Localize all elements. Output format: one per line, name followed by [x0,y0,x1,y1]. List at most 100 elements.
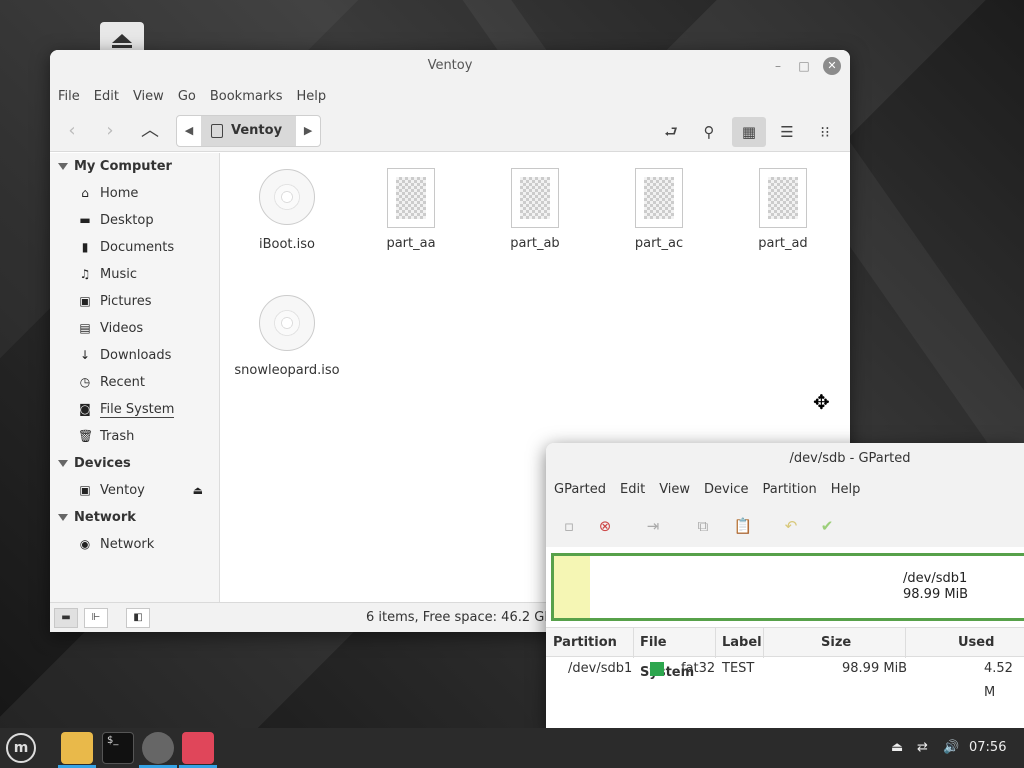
file-item[interactable]: part_ad [728,168,838,251]
sidebar-section-my-computer[interactable]: My Computer [50,153,219,180]
menu-go[interactable]: Go [178,89,196,104]
window-titlebar[interactable]: Ventoy – □ ✕ [50,50,850,82]
removable-drive-icon[interactable]: ⏏ [891,728,903,768]
sidebar-item-pictures[interactable]: ▣ Pictures [50,288,219,315]
close-button[interactable]: ✕ [823,57,841,75]
file-icon [635,168,683,228]
menu-edit[interactable]: Edit [94,89,119,104]
list-view-button[interactable]: ☰ [770,117,804,147]
menu-help[interactable]: Help [296,89,326,104]
menu-bookmarks[interactable]: Bookmarks [210,89,283,104]
desktop-icon: ▬ [79,213,91,227]
menu-view[interactable]: View [659,482,690,497]
caret-down-icon [58,163,68,170]
drive-icon [211,124,223,138]
terminal-icon[interactable]: $_ [102,732,134,764]
resize-move-icon[interactable]: ⇥ [642,515,664,537]
sidebar-item-desktop[interactable]: ▬ Desktop [50,207,219,234]
menu-file[interactable]: File [58,89,80,104]
path-right-arrow-icon[interactable]: ▶ [296,116,320,146]
file-item[interactable]: snowleopard.iso [232,295,342,378]
file-item[interactable]: part_ab [480,168,590,251]
compact-view-button[interactable]: ⁝⁝ [808,117,842,147]
disk-graph[interactable]: /dev/sdb1 98.99 MiB [551,553,1024,621]
table-row[interactable]: /dev/sdb1 fat32 TEST 98.99 MiB 4.52 M [546,657,1024,700]
col-used[interactable]: Used [906,628,1024,658]
file-icon [387,168,435,228]
sidebar-section-devices[interactable]: Devices [50,450,219,477]
network-icon: ◉ [79,537,91,551]
file-name: part_ad [758,236,808,251]
sidebar-item-label: Recent [100,375,145,390]
files-icon[interactable] [61,732,93,764]
show-places-button[interactable]: ▬ [54,608,78,628]
sidebar-item-home[interactable]: ⌂ Home [50,180,219,207]
path-crumb-ventoy[interactable]: Ventoy [201,116,297,146]
sidebar-item-label: Network [100,537,155,552]
gparted-menubar: GParted Edit View Device Partition Help [546,475,1024,503]
clock[interactable]: 07:56 [969,728,1006,768]
col-filesystem[interactable]: File System [634,628,716,680]
file-icon [511,168,559,228]
undo-icon[interactable]: ↶ [780,515,802,537]
gparted-window: /dev/sdb - GParted GParted Edit View Dev… [546,443,1024,728]
show-tree-button[interactable]: ⊩ [84,608,108,628]
sidebar-item-videos[interactable]: ▤ Videos [50,315,219,342]
sidebar-item-label: Home [100,186,139,201]
minimize-button[interactable]: – [770,58,786,74]
sidebar-item-recent[interactable]: ◷ Recent [50,369,219,396]
file-item[interactable]: part_ac [604,168,714,251]
menu-device[interactable]: Device [704,482,748,497]
menu-icon[interactable]: m [6,733,36,763]
hide-sidebar-button[interactable]: ◧ [126,608,150,628]
videos-icon: ▤ [79,321,91,335]
sidebar-section-network[interactable]: Network [50,504,219,531]
network-icon[interactable]: ⇄ [917,728,928,768]
browser-icon[interactable] [142,732,174,764]
path-crumb-label: Ventoy [231,123,283,138]
toggle-location-icon[interactable]: ⮐ [654,117,688,147]
menubar: File Edit View Go Bookmarks Help [50,82,850,110]
path-left-arrow-icon[interactable]: ◀ [177,116,201,146]
file-item[interactable]: part_aa [356,168,466,251]
paste-icon[interactable]: 📋 [732,515,754,537]
sidebar-item-label: Music [100,267,137,282]
file-item[interactable]: iBoot.iso [232,169,342,252]
forward-button[interactable]: › [96,117,124,145]
volume-icon[interactable]: 🔊 [943,728,959,768]
disk-partition-name: /dev/sdb1 [903,571,968,586]
sidebar-item-ventoy[interactable]: ▣ Ventoy ⏏ [50,477,219,504]
disk-partition-size: 98.99 MiB [903,587,969,602]
menu-view[interactable]: View [133,89,164,104]
file-name: part_ab [510,236,560,251]
up-button[interactable]: ︿ [136,117,164,145]
icon-view-button[interactable]: ▦ [732,117,766,147]
maximize-button[interactable]: □ [796,58,812,74]
sidebar-item-music[interactable]: ♫ Music [50,261,219,288]
sidebar-item-network[interactable]: ◉ Network [50,531,219,558]
col-label[interactable]: Label [716,628,764,658]
col-partition[interactable]: Partition [546,628,634,658]
delete-partition-icon[interactable]: ⊗ [594,515,616,537]
menu-partition[interactable]: Partition [763,482,817,497]
eject-icon[interactable]: ⏏ [193,477,203,504]
apply-icon[interactable]: ✔ [816,515,838,537]
filesystem-icon: ◙ [79,402,91,416]
sidebar-item-documents[interactable]: ▮ Documents [50,234,219,261]
cell-used: 4.52 M [984,661,1013,700]
col-size[interactable]: Size [764,628,906,658]
menu-help[interactable]: Help [831,482,861,497]
gparted-titlebar[interactable]: /dev/sdb - GParted [546,443,1024,475]
desktop-drive-icon[interactable] [100,22,144,52]
image-viewer-icon[interactable] [182,732,214,764]
menu-gparted[interactable]: GParted [554,482,606,497]
sidebar-item-trash[interactable]: 🗑 Trash [50,423,219,450]
new-partition-icon[interactable]: ▫ [558,515,580,537]
menu-edit[interactable]: Edit [620,482,645,497]
file-name: part_ac [634,236,684,251]
sidebar-item-downloads[interactable]: ↓ Downloads [50,342,219,369]
back-button[interactable]: ‹ [58,117,86,145]
copy-icon[interactable]: ⧉ [692,515,714,537]
search-icon[interactable]: ⚲ [692,117,726,147]
sidebar-item-filesystem[interactable]: ◙ File System [50,396,219,423]
